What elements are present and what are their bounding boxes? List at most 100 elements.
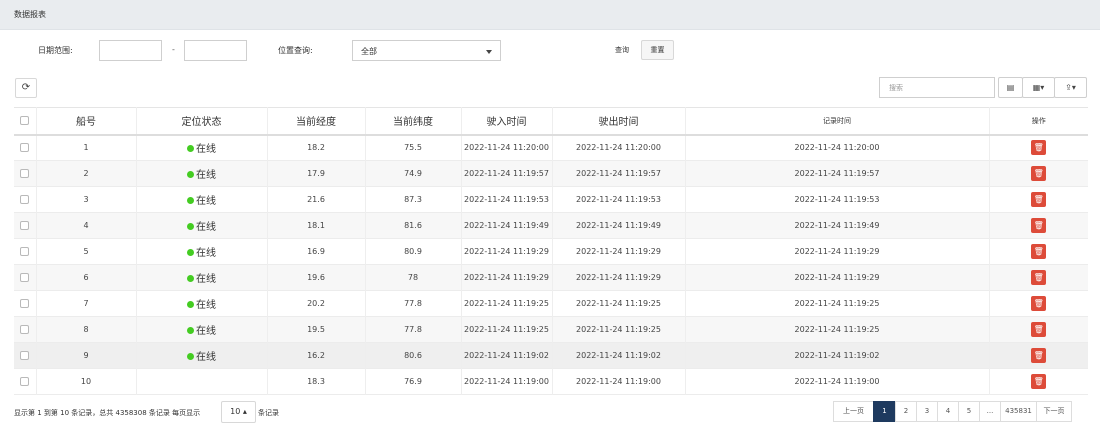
row-checkbox[interactable] [20,143,30,153]
search-input[interactable] [880,78,994,97]
entry-time: 2022-11-24 11:19:49 [461,212,553,239]
exit-time: 2022-11-24 11:19:00 [552,368,686,395]
ship-id: 4 [36,212,137,239]
table-search [879,77,995,98]
trash-icon: 🗑 [1033,221,1044,230]
trash-icon: 🗑 [1033,325,1044,334]
export-button[interactable]: ⇪▾ [1054,77,1087,98]
page-ellipsis: ... [979,401,1001,422]
delete-button[interactable]: 🗑 [1031,322,1047,337]
delete-button[interactable]: 🗑 [1031,166,1047,181]
delete-button[interactable]: 🗑 [1031,270,1047,285]
delete-button[interactable]: 🗑 [1031,218,1047,233]
online-dot-icon [187,197,194,204]
page-button-5[interactable]: 5 [958,401,980,422]
column-header[interactable]: 驶入时间 [461,107,553,135]
ship-id: 10 [36,368,137,395]
query-button[interactable]: 查询 [607,40,637,60]
exit-time: 2022-11-24 11:19:57 [552,160,686,187]
row-checkbox[interactable] [20,169,30,178]
trash-icon: 🗑 [1033,351,1044,360]
trash-icon: 🗑 [1033,195,1044,204]
toggle-view-button[interactable]: ▤ [998,77,1023,98]
delete-button[interactable]: 🗑 [1031,192,1047,207]
record-time: 2022-11-24 11:19:49 [685,212,990,239]
reset-button[interactable]: 重置 [641,40,674,60]
ship-id: 9 [36,342,137,369]
longitude: 18.2 [267,134,366,161]
delete-button[interactable]: 🗑 [1031,140,1047,156]
pagination-summary: 显示第 1 到第 10 条记录，总共 4358308 条记录 每页显示 [14,409,201,417]
date-start-input[interactable] [99,40,162,61]
status-cell: 在线 [136,316,268,343]
next-page-button[interactable]: 下一页 [1036,401,1072,422]
delete-button[interactable]: 🗑 [1031,374,1047,389]
row-checkbox[interactable] [20,195,30,204]
status-cell: 在线 [136,186,268,213]
status-cell: 在线 [136,264,268,291]
row-checkbox[interactable] [20,377,30,386]
column-header[interactable]: 当前经度 [267,107,366,135]
row-checkbox[interactable] [20,299,30,308]
row-checkbox[interactable] [20,325,30,334]
data-table: 船号 定位状态 当前经度 当前纬度 驶入时间 驶出时间 记录时间 操作 1 在线… [14,107,1088,395]
latitude: 75.5 [365,134,462,161]
column-header[interactable]: 定位状态 [136,107,268,135]
column-header[interactable]: 当前纬度 [365,107,462,135]
latitude: 80.6 [365,342,462,369]
exit-time: 2022-11-24 11:20:00 [552,134,686,161]
position-query-label: 位置查询: [278,46,313,55]
date-end-input[interactable] [184,40,247,61]
ship-id: 8 [36,316,137,343]
column-header[interactable]: 记录时间 [685,107,990,135]
status-text: 在线 [196,326,216,337]
online-dot-icon [187,223,194,230]
page-button-4[interactable]: 4 [937,401,959,422]
page-button-2[interactable]: 2 [895,401,917,422]
exit-time: 2022-11-24 11:19:53 [552,186,686,213]
trash-icon: 🗑 [1033,273,1044,282]
status-text: 在线 [196,300,216,311]
refresh-button[interactable]: ⟳ [15,78,37,98]
status-cell: 在线 [136,238,268,265]
column-header[interactable]: 船号 [36,107,137,135]
page-button-3[interactable]: 3 [916,401,938,422]
prev-page-button[interactable]: 上一页 [833,401,874,422]
longitude: 16.9 [267,238,366,265]
page-button-last[interactable]: 435831 [1000,401,1037,422]
select-all-checkbox[interactable] [20,115,30,125]
select-all-cell [14,107,37,135]
status-text: 在线 [196,352,216,363]
record-time: 2022-11-24 11:19:53 [685,186,990,213]
record-time: 2022-11-24 11:19:00 [685,368,990,395]
row-checkbox[interactable] [20,247,30,256]
latitude: 77.8 [365,316,462,343]
delete-button[interactable]: 🗑 [1031,296,1047,311]
delete-button[interactable]: 🗑 [1031,244,1047,259]
longitude: 17.9 [267,160,366,187]
status-cell: 在线 [136,290,268,317]
ship-id: 3 [36,186,137,213]
page-size-value: 10 [230,407,241,416]
entry-time: 2022-11-24 11:19:29 [461,238,553,265]
column-header[interactable]: 驶出时间 [552,107,686,135]
columns-button[interactable]: ▦▾ [1022,77,1055,98]
record-time: 2022-11-24 11:19:57 [685,160,990,187]
page-button-1[interactable]: 1 [873,401,896,422]
row-checkbox[interactable] [20,221,30,230]
status-cell: 在线 [136,134,268,161]
status-cell: 在线 [136,212,268,239]
status-text: 在线 [196,170,216,181]
position-select[interactable]: 全部 [352,40,501,61]
online-dot-icon [187,301,194,308]
columns-grid-icon: ▦▾ [1032,83,1045,92]
row-checkbox[interactable] [20,351,30,360]
row-checkbox[interactable] [20,273,30,282]
online-dot-icon [187,249,194,256]
delete-button[interactable]: 🗑 [1031,348,1047,363]
date-separator: - [172,45,175,54]
ship-id: 7 [36,290,137,317]
table-row: 9 在线 16.2 80.6 2022-11-24 11:19:02 2022-… [14,342,1088,369]
page-size-dropdown[interactable]: 10 ▴ [221,401,256,423]
status-cell: 在线 [136,342,268,369]
